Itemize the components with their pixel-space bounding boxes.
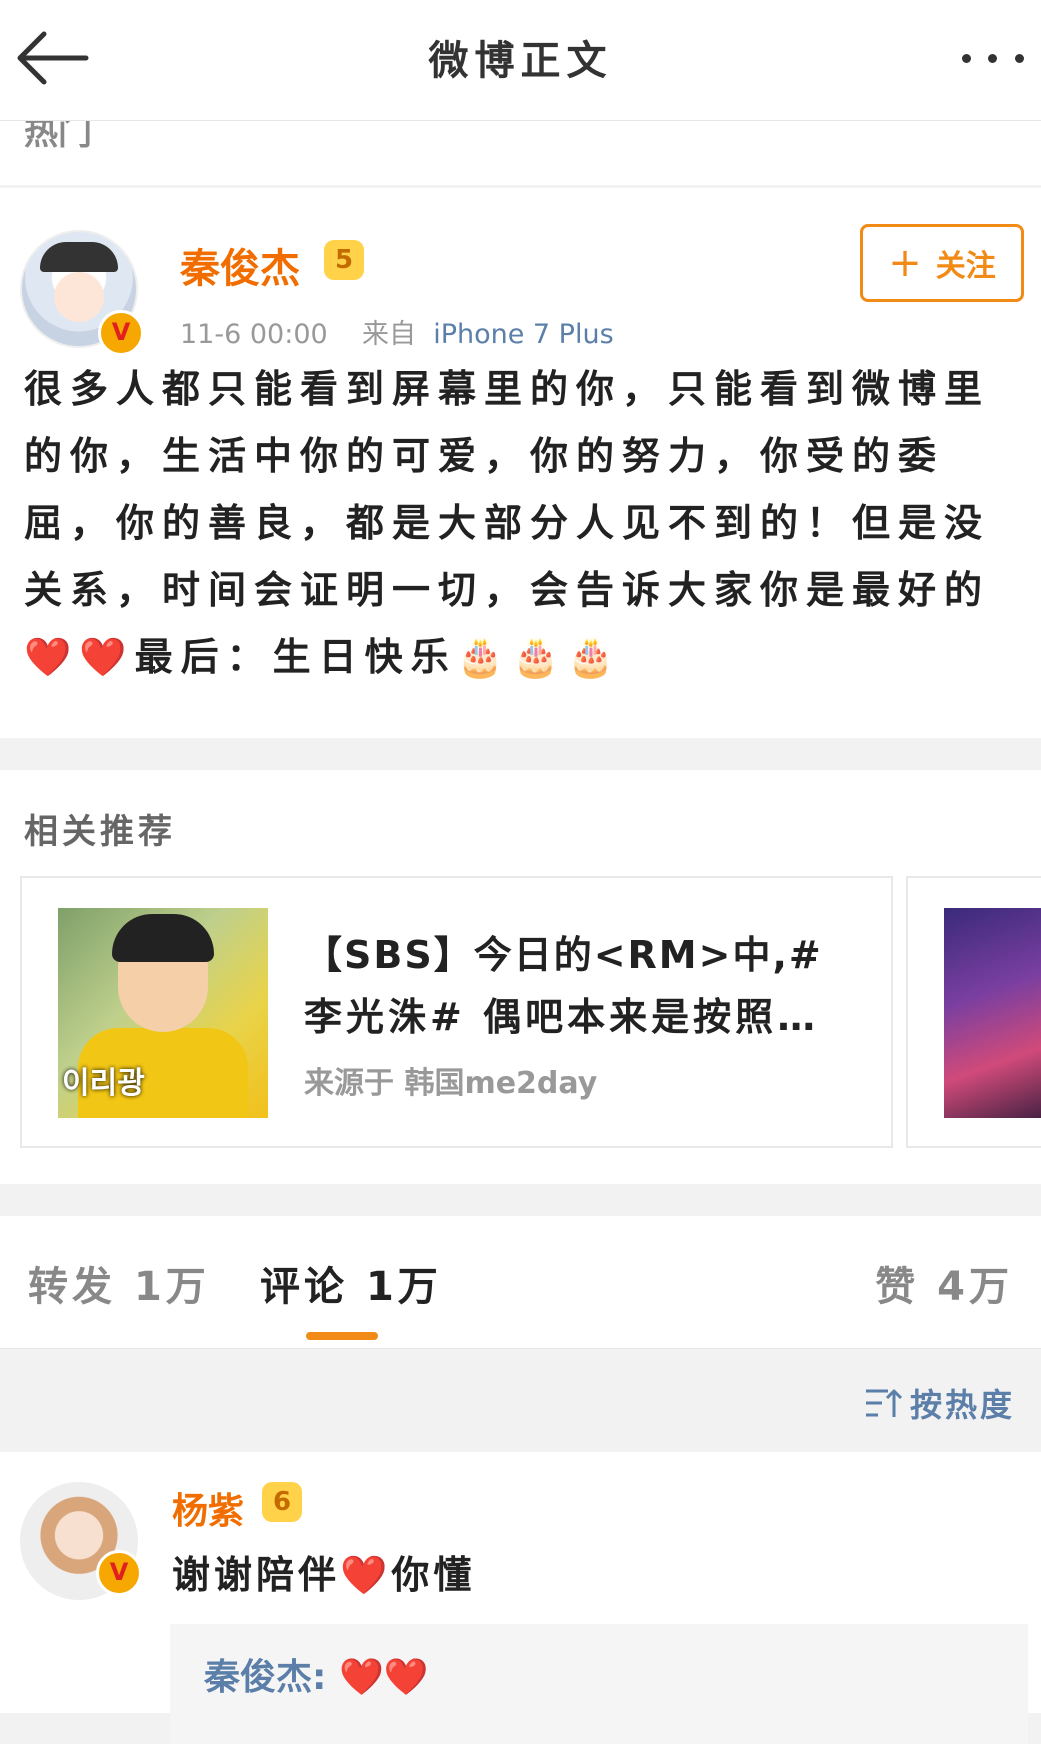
tab-repost-label: 转发: [28, 1264, 116, 1310]
commenter-verified-badge-icon: V: [96, 1550, 142, 1596]
tab-repost-count: 1万: [133, 1264, 210, 1310]
thumbnail-caption: 이리광: [62, 1066, 145, 1101]
reply-content: ❤️❤️: [338, 1657, 429, 1698]
post-source[interactable]: iPhone 7 Plus: [433, 319, 613, 350]
reply-box[interactable]: 秦俊杰: ❤️❤️: [170, 1624, 1028, 1744]
tab-likes-label: 赞: [875, 1264, 920, 1310]
commenter-name[interactable]: 杨紫: [172, 1482, 244, 1534]
active-tab-indicator: [306, 1332, 378, 1340]
sort-by-hot-button[interactable]: 按热度: [864, 1380, 1015, 1426]
hot-label: 热门: [24, 121, 92, 153]
tab-likes[interactable]: 赞 4万: [875, 1254, 1013, 1312]
page-title: 微博正文: [428, 38, 613, 84]
post-meta: 11-6 00:00 来自 iPhone 7 Plus: [180, 312, 614, 351]
related-thumbnail: 이리광: [58, 908, 268, 1118]
top-bar: 微博正文: [0, 0, 1041, 121]
related-card-next[interactable]: [906, 876, 1041, 1148]
related-source: 来源于 韩国me2day: [304, 1066, 598, 1101]
related-headline-line2: 李光洙# 偶吧本来是按照…: [304, 995, 820, 1039]
sort-label: 按热度: [909, 1386, 1015, 1424]
related-section: 相关推荐 이리광 【SBS】今日的<RM>中,# 李光洙# 偶吧本来是按照… 来…: [0, 770, 1041, 1184]
tab-comments-label: 评论: [260, 1264, 348, 1310]
commenter-vip-crown-icon: 6: [262, 1482, 302, 1522]
vip-crown-icon: 5: [324, 240, 364, 280]
reply-author[interactable]: 秦俊杰: [204, 1657, 312, 1698]
plus-icon: +: [888, 240, 922, 286]
source-prefix: 来自: [362, 319, 417, 350]
related-title: 相关推荐: [24, 812, 176, 852]
post-time: 11-6 00:00: [180, 319, 328, 350]
related-headline-line1: 【SBS】今日的<RM>中,#: [304, 933, 823, 977]
tab-comments[interactable]: 评论 1万: [260, 1254, 442, 1312]
reply-text: 秦俊杰: ❤️❤️: [204, 1648, 429, 1700]
tab-repost[interactable]: 转发 1万: [28, 1254, 210, 1312]
sort-icon: [865, 1389, 903, 1417]
tab-likes-count: 4万: [937, 1264, 1013, 1310]
tab-comments-count: 1万: [365, 1264, 442, 1310]
related-thumbnail-next: [944, 908, 1041, 1118]
sort-bar: 按热度: [0, 1350, 1041, 1450]
comment-item: 杨紫 谢谢陪伴❤️你懂 秦俊杰: ❤️❤️: [0, 1452, 1041, 1744]
post-text: 很多人都只能看到屏幕里的你，只能看到微博里的你，生活中你的可爱，你的努力，你受的…: [24, 367, 991, 679]
follow-button[interactable]: + 关注: [860, 224, 1024, 302]
more-options-icon[interactable]: [953, 30, 1033, 86]
author-name[interactable]: 秦俊杰: [180, 236, 300, 294]
follow-label: 关注: [935, 249, 996, 284]
post-card: V 秦俊杰 5 11-6 00:00 来自 iPhone 7 Plus + 关注…: [0, 188, 1041, 738]
comment-text: 谢谢陪伴❤️你懂: [172, 1553, 476, 1597]
related-card[interactable]: 이리광 【SBS】今日的<RM>中,# 李光洙# 偶吧本来是按照… 来源于 韩国…: [20, 876, 893, 1148]
interaction-tabs: 转发 1万 评论 1万 赞 4万: [0, 1216, 1041, 1349]
hot-section-strip: 热门: [0, 121, 1041, 185]
verified-badge-icon: V: [98, 310, 144, 356]
reply-separator: :: [312, 1657, 327, 1698]
